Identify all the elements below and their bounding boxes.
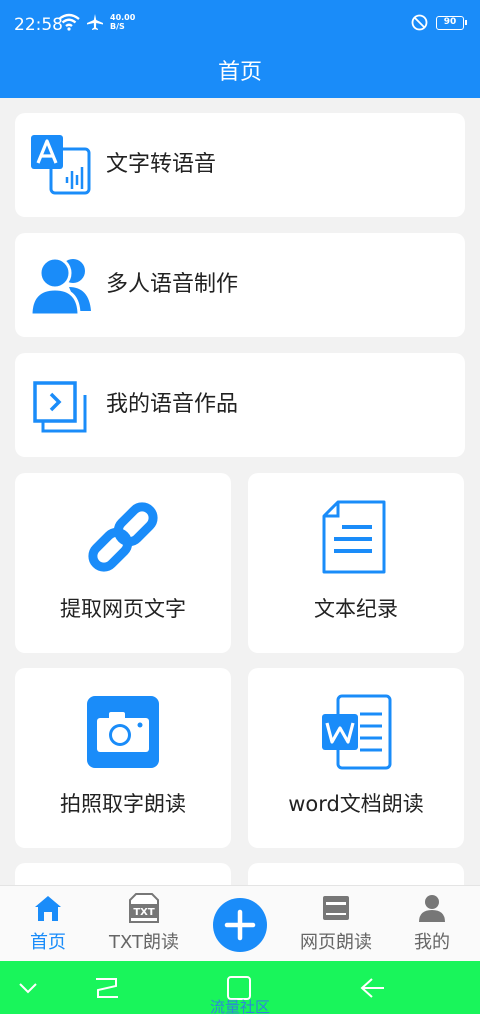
txt-file-icon: TXT <box>129 893 159 923</box>
text-to-speech-icon <box>31 135 91 195</box>
text-record-card[interactable]: 文本纪录 <box>248 473 464 653</box>
multi-voice-label: 多人语音制作 <box>106 272 239 297</box>
tab-home[interactable]: 首页 <box>0 886 96 962</box>
multi-voice-card[interactable]: 多人语音制作 <box>15 233 465 337</box>
users-icon <box>29 256 91 317</box>
my-works-card[interactable]: 我的语音作品 <box>15 353 465 457</box>
photo-read-label: 拍照取字朗读 <box>60 792 186 816</box>
network-speed: 40.00 B/S <box>110 13 136 31</box>
word-document-icon <box>322 694 392 770</box>
app-header: 22:58 40.00 B/S 90 首页 <box>0 0 480 98</box>
tab-mine[interactable]: 我的 <box>384 886 480 962</box>
play-stack-icon <box>33 381 87 433</box>
status-time: 22:58 <box>14 15 63 35</box>
page-title: 首页 <box>217 60 262 85</box>
word-read-card[interactable]: word文档朗读 <box>248 668 464 848</box>
airplane-icon <box>87 14 103 30</box>
text-to-speech-label: 文字转语音 <box>106 152 217 177</box>
text-to-speech-card[interactable]: 文字转语音 <box>15 113 465 217</box>
text-record-label: 文本纪录 <box>314 597 398 621</box>
watermark-text: 流量社区 <box>209 998 270 1014</box>
do-not-disturb-icon <box>411 14 428 31</box>
home-icon <box>35 896 61 921</box>
battery-indicator: 90 <box>436 15 467 30</box>
chevron-down-icon[interactable] <box>18 981 38 995</box>
extract-web-text-card[interactable]: 提取网页文字 <box>15 473 231 653</box>
document-icon <box>322 500 386 574</box>
tab-txt-read[interactable]: TXT TXT朗读 <box>96 886 192 962</box>
camera-icon <box>87 696 159 768</box>
txt-icon-text: TXT <box>133 907 155 918</box>
plus-icon <box>224 909 256 941</box>
bottom-tab-bar: 首页 TXT TXT朗读 网页朗读 我的 <box>0 885 480 961</box>
word-read-label: word文档朗读 <box>288 792 424 816</box>
status-bar: 22:58 40.00 B/S 90 <box>0 0 480 50</box>
my-works-label: 我的语音作品 <box>106 392 239 417</box>
wifi-icon <box>58 13 80 31</box>
link-icon <box>88 502 158 572</box>
photo-read-card[interactable]: 拍照取字朗读 <box>15 668 231 848</box>
add-button[interactable] <box>213 898 267 952</box>
browser-icon <box>323 896 349 920</box>
tab-web-read[interactable]: 网页朗读 <box>288 886 384 962</box>
extract-web-text-label: 提取网页文字 <box>60 597 186 621</box>
user-icon <box>419 895 445 922</box>
